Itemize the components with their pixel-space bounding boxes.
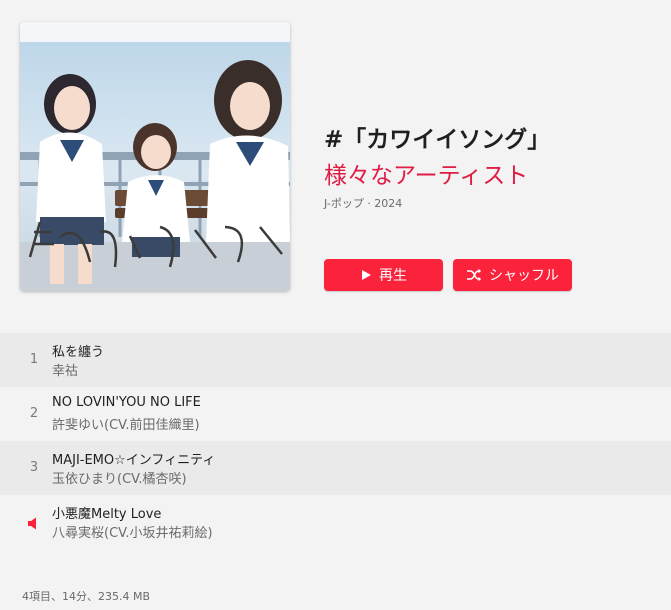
track-number: 2 — [29, 406, 39, 421]
track-number: 3 — [29, 460, 39, 475]
shuffle-icon — [466, 268, 482, 282]
track-artist[interactable]: 許斐ゆい(CV.前田佳織里) — [52, 414, 200, 433]
track-number: 1 — [29, 352, 39, 367]
track-artist[interactable]: 八尋実桜(CV.小坂井祐莉絵) — [52, 522, 213, 541]
track-list: 1 私を纏う 幸祜 2 NO LOVIN'YOU NO LIFE 許斐ゆい(CV… — [0, 333, 671, 549]
album-artwork[interactable] — [20, 22, 290, 291]
track-title: MAJI-EMO☆インフィニティ — [52, 453, 216, 468]
track-title: 私を纏う — [52, 345, 105, 360]
album-artist-link[interactable]: 様々なアーティスト — [324, 156, 528, 190]
track-artist[interactable]: 幸祜 — [52, 360, 78, 379]
play-icon — [360, 269, 372, 281]
track-title: 小悪魔Melty Love — [52, 507, 162, 522]
album-artwork-image — [20, 22, 290, 291]
album-summary: 4項目、14分、235.4 MB — [22, 590, 151, 603]
track-artist[interactable]: 玉依ひまり(CV.橘杏咲) — [52, 468, 187, 487]
speaker-icon — [27, 515, 39, 534]
album-meta: J-ポップ · 2024 — [324, 197, 403, 210]
track-row-1[interactable]: 1 私を纏う 幸祜 — [0, 333, 671, 387]
shuffle-button-label: シャッフル — [489, 268, 559, 284]
track-row-2[interactable]: 2 NO LOVIN'YOU NO LIFE 許斐ゆい(CV.前田佳織里) — [0, 387, 671, 441]
play-button-label: 再生 — [379, 268, 407, 284]
track-row-4[interactable]: 小悪魔Melty Love 八尋実桜(CV.小坂井祐莉絵) — [0, 495, 671, 549]
track-title: NO LOVIN'YOU NO LIFE — [52, 395, 201, 410]
album-title: #「カワイイソング」 — [324, 127, 551, 153]
play-button[interactable]: 再生 — [324, 259, 443, 291]
track-row-3[interactable]: 3 MAJI-EMO☆インフィニティ 玉依ひまり(CV.橘杏咲) — [0, 441, 671, 495]
shuffle-button[interactable]: シャッフル — [453, 259, 572, 291]
